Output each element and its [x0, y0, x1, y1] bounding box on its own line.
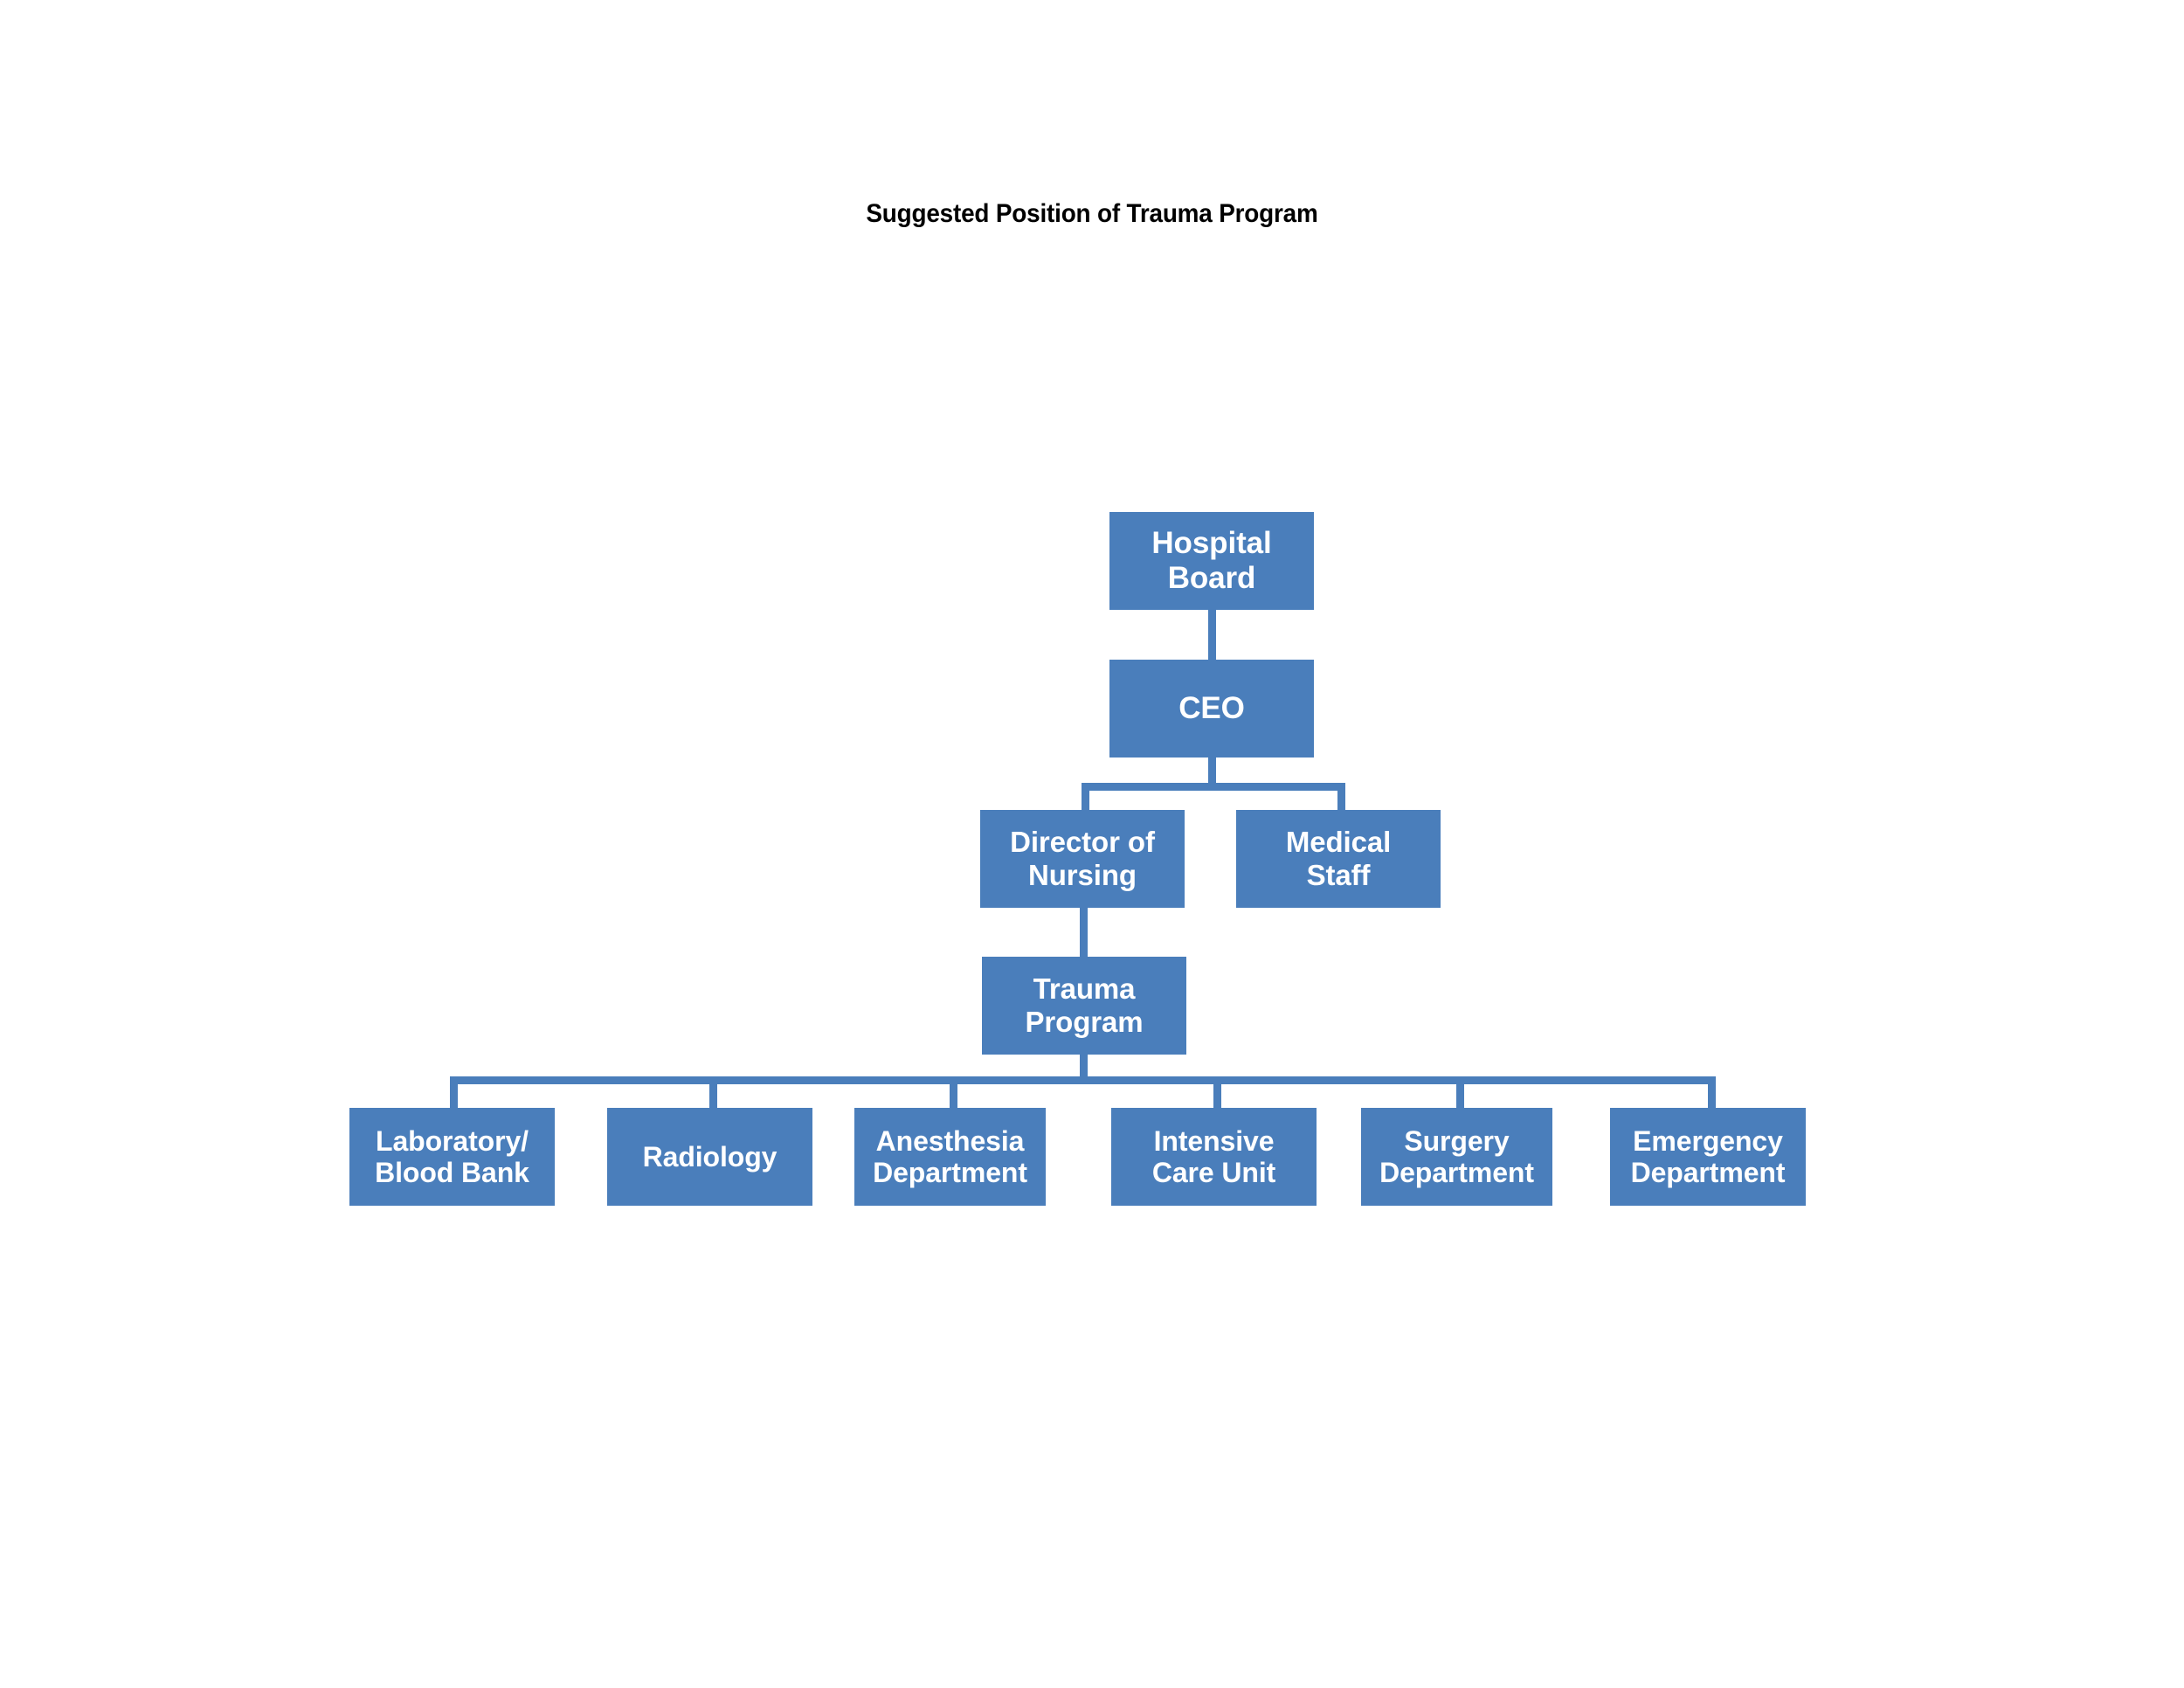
connector-bus-to-anesthesia-department — [950, 1076, 957, 1108]
node-surgery-department[interactable]: Surgery Department — [1361, 1108, 1552, 1206]
node-intensive-care-unit[interactable]: Intensive Care Unit — [1111, 1108, 1317, 1206]
node-emergency-department[interactable]: Emergency Department — [1610, 1108, 1806, 1206]
node-ceo[interactable]: CEO — [1109, 660, 1314, 758]
connector-bus-to-radiology — [709, 1076, 717, 1108]
connector-bus-to-laboratory-blood-bank — [450, 1076, 458, 1108]
node-radiology[interactable]: Radiology — [607, 1108, 812, 1206]
connector-trauma-program-bus — [450, 1076, 1716, 1084]
node-hospital-board[interactable]: Hospital Board — [1109, 512, 1314, 610]
connector-bus-to-emergency-department — [1708, 1076, 1716, 1108]
connector-ceo-to-medical-staff — [1337, 783, 1345, 810]
connector-bus-to-intensive-care-unit — [1213, 1076, 1221, 1108]
connector-ceo-bus — [1082, 783, 1345, 791]
connector-bus-to-surgery-department — [1456, 1076, 1464, 1108]
connector-ceo-to-director-of-nursing — [1082, 783, 1089, 810]
org-chart-canvas: Suggested Position of Trauma Program Hos… — [0, 0, 2184, 1688]
node-laboratory-blood-bank[interactable]: Laboratory/ Blood Bank — [349, 1108, 555, 1206]
node-medical-staff[interactable]: Medical Staff — [1236, 810, 1441, 908]
page-title: Suggested Position of Trauma Program — [866, 199, 1318, 228]
node-trauma-program[interactable]: Trauma Program — [982, 957, 1186, 1055]
connector-director-of-nursing-to-trauma-program — [1080, 908, 1088, 957]
node-anesthesia-department[interactable]: Anesthesia Department — [854, 1108, 1046, 1206]
node-director-of-nursing[interactable]: Director of Nursing — [980, 810, 1185, 908]
connector-hospital-board-to-ceo — [1208, 610, 1216, 660]
